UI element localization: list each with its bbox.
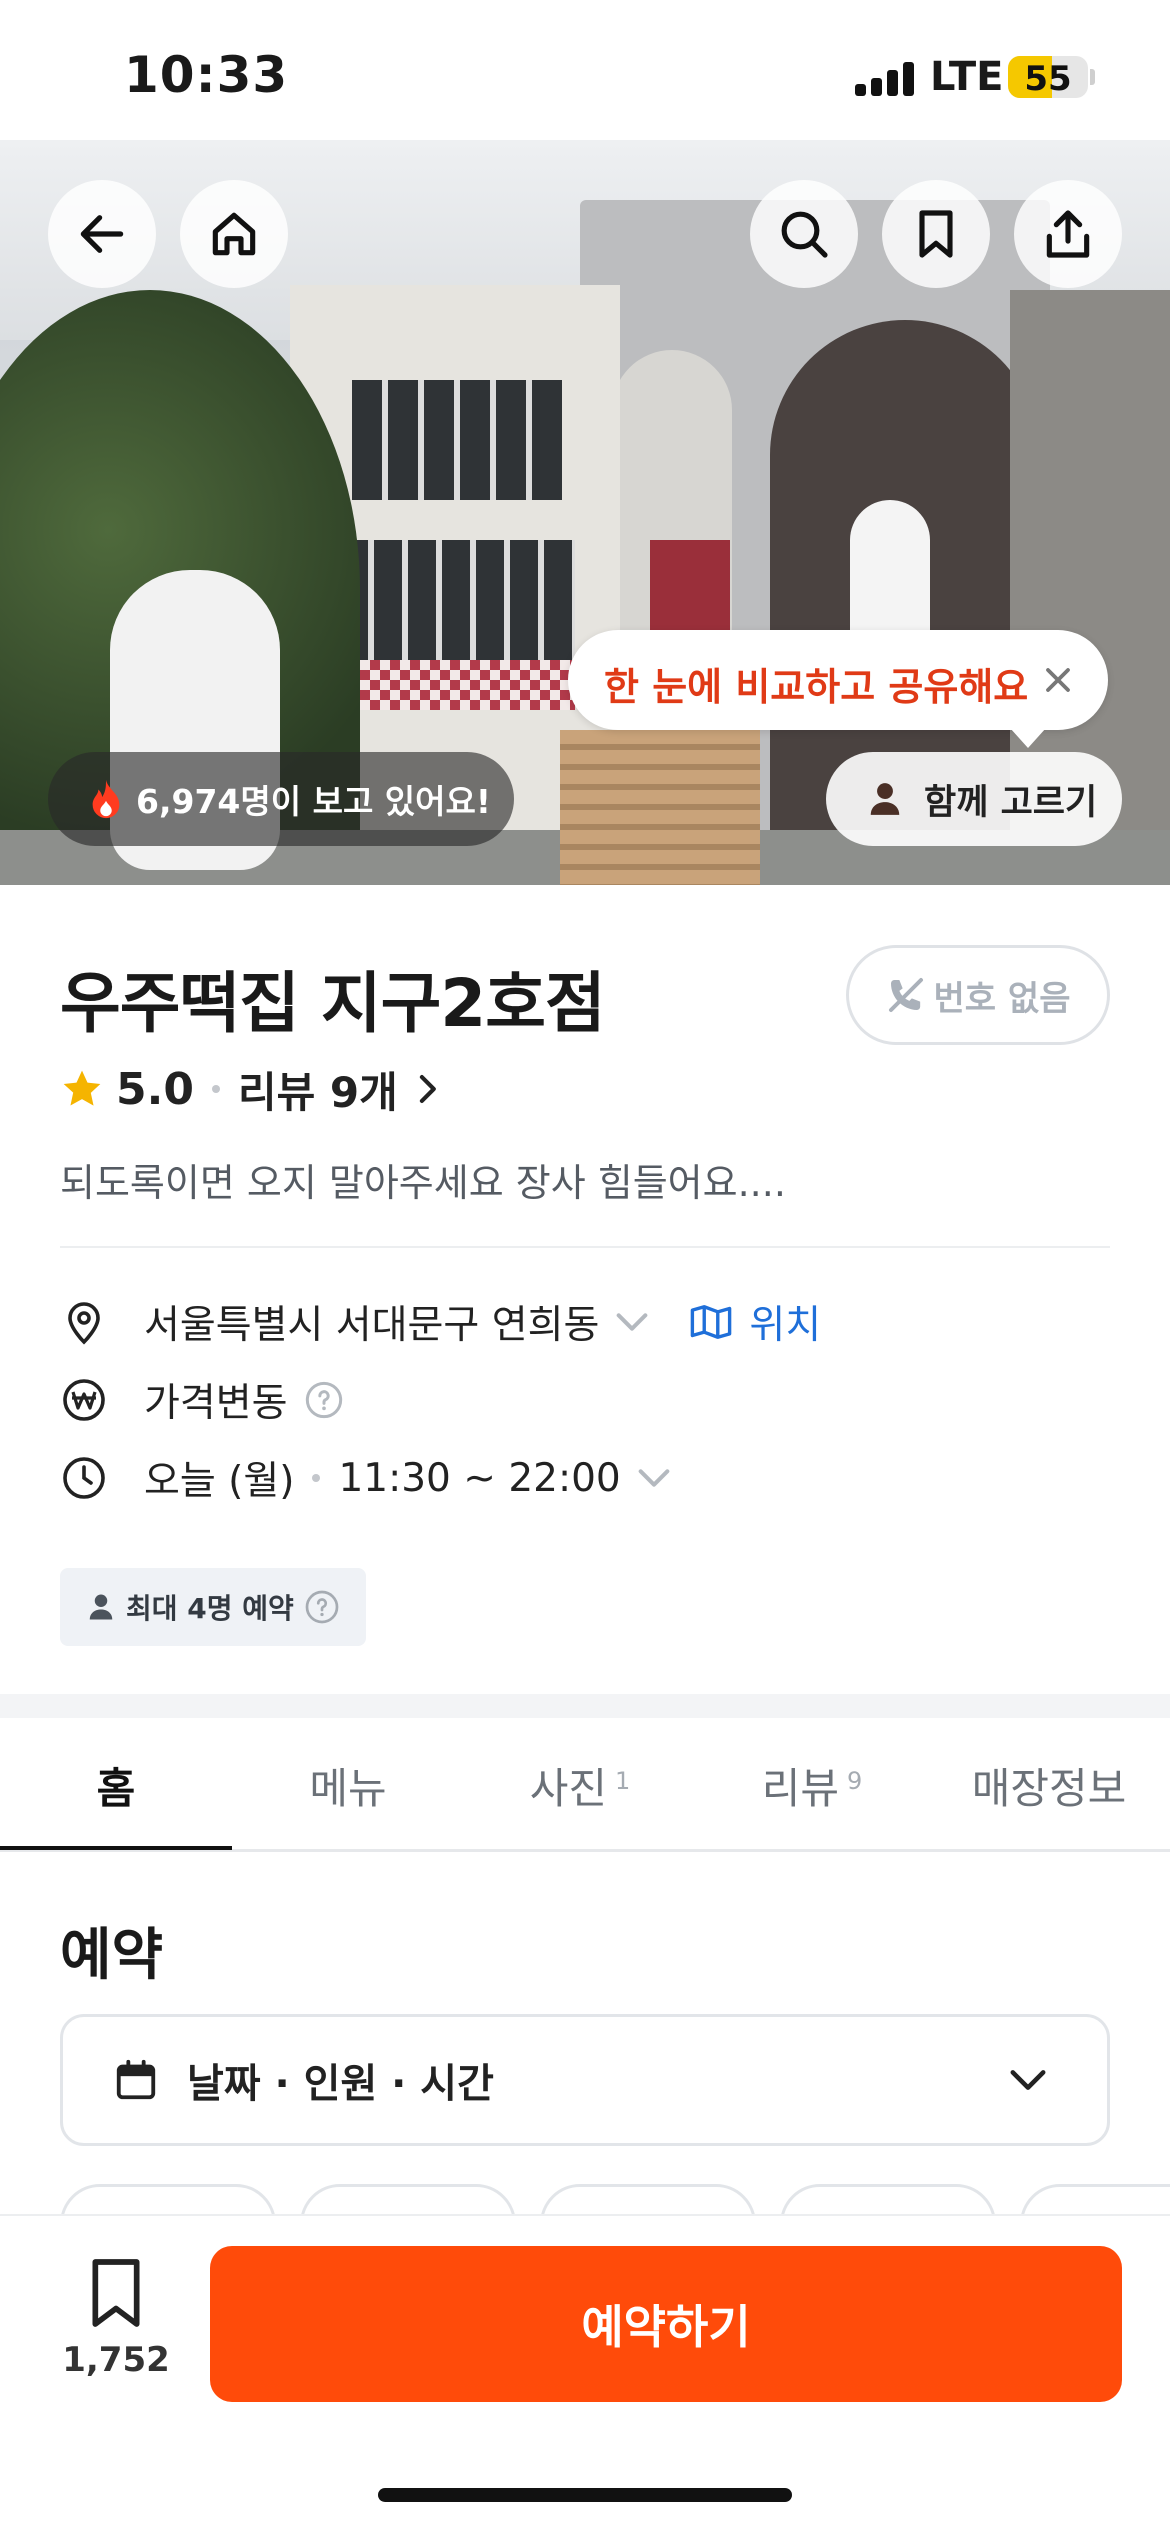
no-phone-label: 번호 없음 xyxy=(933,978,1071,1019)
tab-count: 1 xyxy=(615,1767,631,1795)
active-tab-indicator xyxy=(0,1846,232,1850)
store-name: 우주떡집 지구2호점 xyxy=(60,965,606,1042)
selector-label: 날짜 · 인원 · 시간 xyxy=(187,2061,494,2107)
address-text: 서울특별시 서대문구 연희동 xyxy=(144,1303,600,1348)
tooltip-close-button[interactable] xyxy=(1030,652,1086,708)
battery-icon: 55 xyxy=(1008,56,1088,98)
store-description: 되도록이면 오지 말아주세요 장사 힘들어요.... xyxy=(60,1161,786,1205)
tab-label: 사진 xyxy=(529,1763,607,1813)
max-reservation-badge[interactable]: 최대 4명 예약 xyxy=(60,1568,366,1646)
rating-row[interactable]: 5.0 리뷰 9개 xyxy=(60,1060,442,1118)
pick-together-label: 함께 고르기 xyxy=(924,782,1098,823)
battery-level: 55 xyxy=(1024,59,1072,98)
map-link[interactable]: 위치 xyxy=(689,1294,821,1350)
viewers-text: 6,974명이 보고 있어요! xyxy=(136,782,491,821)
map-link-label: 위치 xyxy=(749,1303,822,1348)
signal-icon xyxy=(855,62,915,96)
photo-windows-upper xyxy=(352,380,562,500)
search-button[interactable] xyxy=(750,180,858,288)
date-chip[interactable] xyxy=(60,2184,276,2214)
share-button[interactable] xyxy=(1014,180,1122,288)
home-indicator xyxy=(378,2488,792,2502)
chevron-down-icon xyxy=(1010,2070,1046,2090)
separator-dot xyxy=(312,1474,321,1482)
help-icon[interactable] xyxy=(304,1380,344,1420)
won-icon xyxy=(63,1379,105,1421)
price-change-row[interactable]: 가격변동 xyxy=(60,1370,344,1430)
photo-stairs xyxy=(560,730,760,885)
home-button[interactable] xyxy=(180,180,288,288)
tab-label: 홈 xyxy=(96,1763,136,1813)
map-icon xyxy=(691,1305,732,1339)
compare-share-tooltip[interactable]: 한 눈에 비교하고 공유해요 xyxy=(568,630,1108,748)
date-chip[interactable] xyxy=(540,2184,756,2214)
date-chip[interactable] xyxy=(780,2184,996,2214)
bookmark-icon xyxy=(919,210,953,258)
fire-icon xyxy=(92,779,120,819)
calendar-icon xyxy=(116,2059,156,2100)
tab-label: 리뷰 xyxy=(761,1763,839,1813)
photo-windows-lower xyxy=(340,540,575,660)
location-pin-icon xyxy=(68,1302,100,1345)
no-phone-button[interactable]: 번호 없음 xyxy=(846,945,1110,1045)
bookmark-icon xyxy=(92,2259,140,2327)
status-bar: 10:33 LTE 55 xyxy=(0,0,1170,140)
chevron-down-icon[interactable] xyxy=(615,1312,649,1332)
save-button[interactable]: 1,752 xyxy=(60,2256,172,2406)
star-icon xyxy=(63,1070,101,1106)
bottom-action-bar: 1,752 예약하기 xyxy=(0,2214,1170,2532)
tab-menu[interactable]: 메뉴 xyxy=(232,1718,464,1852)
date-people-time-selector[interactable]: 날짜 · 인원 · 시간 xyxy=(60,2014,1110,2146)
close-icon xyxy=(1046,668,1070,692)
tab-bar: 홈 메뉴 사진 1 리뷰 9 매장정보 xyxy=(0,1718,1170,1852)
hours-day: 오늘 (월) xyxy=(144,1459,295,1504)
save-count: 1,752 xyxy=(62,2340,170,2380)
hours-time: 11:30 ~ 22:00 xyxy=(338,1455,621,1501)
viewers-badge: 6,974명이 보고 있어요! xyxy=(48,752,514,846)
pick-together-button[interactable]: 함께 고르기 xyxy=(826,752,1122,846)
tab-label: 메뉴 xyxy=(309,1763,387,1813)
reserve-button-label: 예약하기 xyxy=(581,2300,751,2354)
clock-icon xyxy=(63,1457,105,1499)
tab-reviews[interactable]: 리뷰 9 xyxy=(696,1718,928,1852)
separator-dot xyxy=(211,1085,220,1093)
chevron-down-icon[interactable] xyxy=(637,1468,671,1488)
tooltip-text: 한 눈에 비교하고 공유해요 xyxy=(604,665,1029,709)
tab-home[interactable]: 홈 xyxy=(0,1718,232,1852)
chevron-right-icon xyxy=(419,1075,436,1103)
hero-photo[interactable]: 한 눈에 비교하고 공유해요 6,974명이 보고 있어요! 함께 고르기 xyxy=(0,140,1170,885)
tab-store-info[interactable]: 매장정보 xyxy=(928,1718,1170,1852)
price-change-text: 가격변동 xyxy=(144,1381,288,1426)
reservation-title: 예약 xyxy=(60,1923,164,1988)
section-gap xyxy=(0,1694,1170,1718)
reserve-button[interactable]: 예약하기 xyxy=(210,2246,1122,2402)
date-chip[interactable] xyxy=(300,2184,516,2214)
help-icon[interactable] xyxy=(304,1589,340,1625)
bookmark-button[interactable] xyxy=(882,180,990,288)
date-chip-row[interactable] xyxy=(0,2184,1170,2214)
status-time: 10:33 xyxy=(124,46,289,104)
back-button[interactable] xyxy=(48,180,156,288)
network-label: LTE xyxy=(930,54,1004,100)
home-icon xyxy=(212,212,256,256)
tab-label: 매장정보 xyxy=(971,1763,1127,1813)
share-icon xyxy=(1046,210,1090,258)
date-chip[interactable] xyxy=(1020,2184,1170,2214)
rating-value: 5.0 xyxy=(116,1063,194,1115)
hours-row[interactable]: 오늘 (월) 11:30 ~ 22:00 xyxy=(60,1448,671,1508)
person-icon xyxy=(89,1594,113,1620)
search-icon xyxy=(781,211,828,258)
tab-photos[interactable]: 사진 1 xyxy=(464,1718,696,1852)
address-row[interactable]: 서울특별시 서대문구 연희동 위치 xyxy=(60,1292,821,1352)
divider xyxy=(60,1246,1110,1248)
phone-off-icon xyxy=(888,978,923,1012)
arrow-left-icon xyxy=(80,215,124,253)
reviews-link[interactable]: 리뷰 9개 xyxy=(238,1059,398,1120)
max-reservation-text: 최대 4명 예약 xyxy=(126,1592,294,1625)
tab-count: 9 xyxy=(847,1767,863,1795)
photo-checker-pattern xyxy=(340,660,575,710)
person-icon xyxy=(870,783,900,815)
battery-tip xyxy=(1090,69,1095,85)
